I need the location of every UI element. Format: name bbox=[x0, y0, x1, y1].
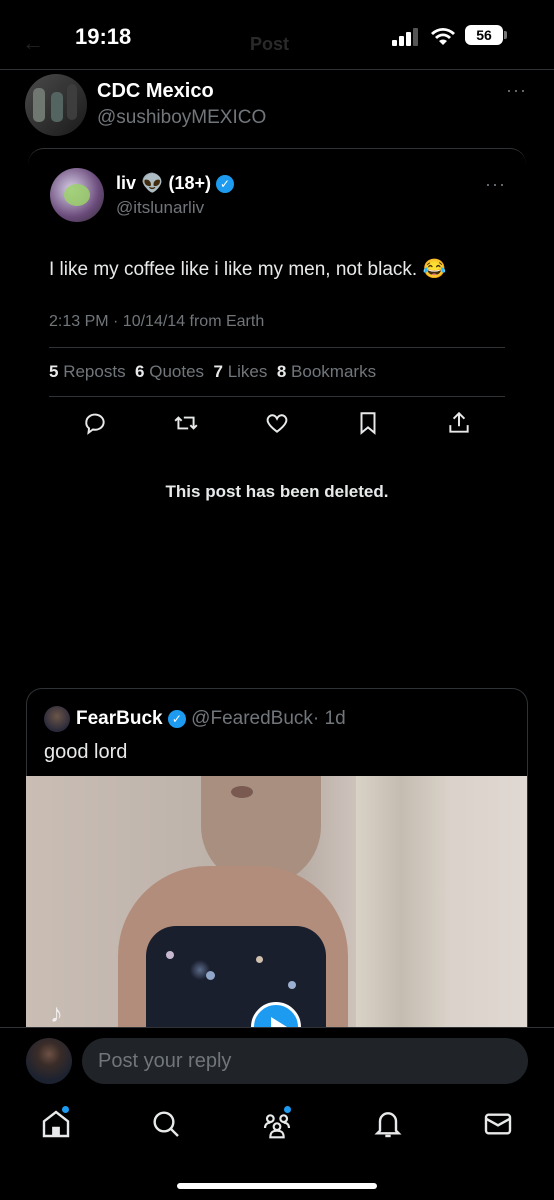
avatar[interactable] bbox=[44, 706, 70, 732]
repost-icon[interactable] bbox=[173, 410, 199, 436]
post-stats: 5 Reposts 6 Quotes 7 Likes 8 Bookmarks bbox=[49, 362, 376, 382]
bell-icon[interactable] bbox=[372, 1108, 404, 1140]
author-handle[interactable]: @sushiboyMEXICO bbox=[97, 107, 266, 129]
stats-divider-top bbox=[49, 347, 505, 348]
post-text: I like my coffee like i like my men, not… bbox=[49, 259, 418, 280]
nested-post-text: good lord bbox=[44, 741, 128, 763]
share-icon[interactable] bbox=[446, 410, 472, 436]
nested-author-line: FearBuck ✓ @FearedBuck· 1d bbox=[76, 708, 346, 730]
quotes-stat[interactable]: 6 Quotes bbox=[135, 362, 204, 381]
quoted-author-line: liv 👽 (18+) ✓ bbox=[116, 173, 235, 194]
quoted-post-card[interactable] bbox=[28, 148, 526, 537]
communities-notification-dot bbox=[284, 1106, 291, 1113]
laughing-emoji: 😂 bbox=[422, 259, 447, 280]
cellular-signal-icon bbox=[392, 28, 424, 46]
verified-badge-icon: ✓ bbox=[167, 709, 186, 728]
wifi-icon bbox=[431, 28, 455, 45]
status-bar: ← Post 19:18 56 bbox=[0, 0, 554, 70]
tiktok-watermark-icon: ♪ bbox=[50, 998, 63, 1028]
avatar[interactable] bbox=[50, 168, 104, 222]
like-heart-icon[interactable] bbox=[264, 410, 290, 436]
age-tag: (18+) bbox=[168, 173, 211, 193]
nested-author-name[interactable]: FearBuck bbox=[76, 708, 163, 729]
author-name[interactable]: CDC Mexico bbox=[97, 80, 214, 103]
verified-badge-icon: ✓ bbox=[216, 175, 235, 194]
likes-stat[interactable]: 7 Likes bbox=[214, 362, 268, 381]
header-divider bbox=[0, 69, 554, 70]
home-indicator[interactable] bbox=[177, 1183, 377, 1189]
post-meta: 2:13 PM · 10/14/14 from Earth bbox=[49, 313, 265, 330]
back-arrow-icon[interactable]: ← bbox=[22, 30, 44, 56]
home-icon[interactable] bbox=[40, 1108, 72, 1140]
reply-input[interactable]: Post your reply bbox=[82, 1038, 528, 1084]
more-options-icon[interactable]: ··· bbox=[506, 80, 527, 101]
battery-icon: 56 bbox=[465, 25, 503, 45]
video-thumbnail[interactable]: ♪ bbox=[26, 776, 527, 1028]
post-text-line: I like my coffee like i like my men, not… bbox=[49, 257, 446, 281]
status-time: 19:18 bbox=[75, 24, 132, 49]
alien-emoji: 👽 bbox=[141, 173, 164, 193]
search-icon[interactable] bbox=[150, 1108, 182, 1140]
stats-divider-bottom bbox=[49, 396, 505, 397]
reposts-stat[interactable]: 5 Reposts bbox=[49, 362, 126, 381]
nested-author-handle[interactable]: @FearedBuck bbox=[191, 708, 313, 729]
battery-tip bbox=[504, 31, 507, 39]
bookmarks-stat[interactable]: 8 Bookmarks bbox=[277, 362, 376, 381]
quoted-author-name[interactable]: liv bbox=[116, 173, 136, 193]
more-options-icon[interactable]: ··· bbox=[485, 174, 506, 195]
mail-icon[interactable] bbox=[482, 1108, 514, 1140]
avatar[interactable] bbox=[26, 1038, 72, 1084]
header-title: Post bbox=[250, 34, 290, 54]
avatar[interactable] bbox=[25, 74, 87, 136]
bookmark-icon[interactable] bbox=[355, 410, 381, 436]
nested-time: · 1d bbox=[312, 708, 346, 729]
home-notification-dot bbox=[62, 1106, 69, 1113]
deleted-notice: This post has been deleted. bbox=[165, 482, 389, 501]
reply-icon[interactable] bbox=[82, 410, 108, 436]
quoted-author-handle[interactable]: @itslunarliv bbox=[116, 198, 204, 218]
